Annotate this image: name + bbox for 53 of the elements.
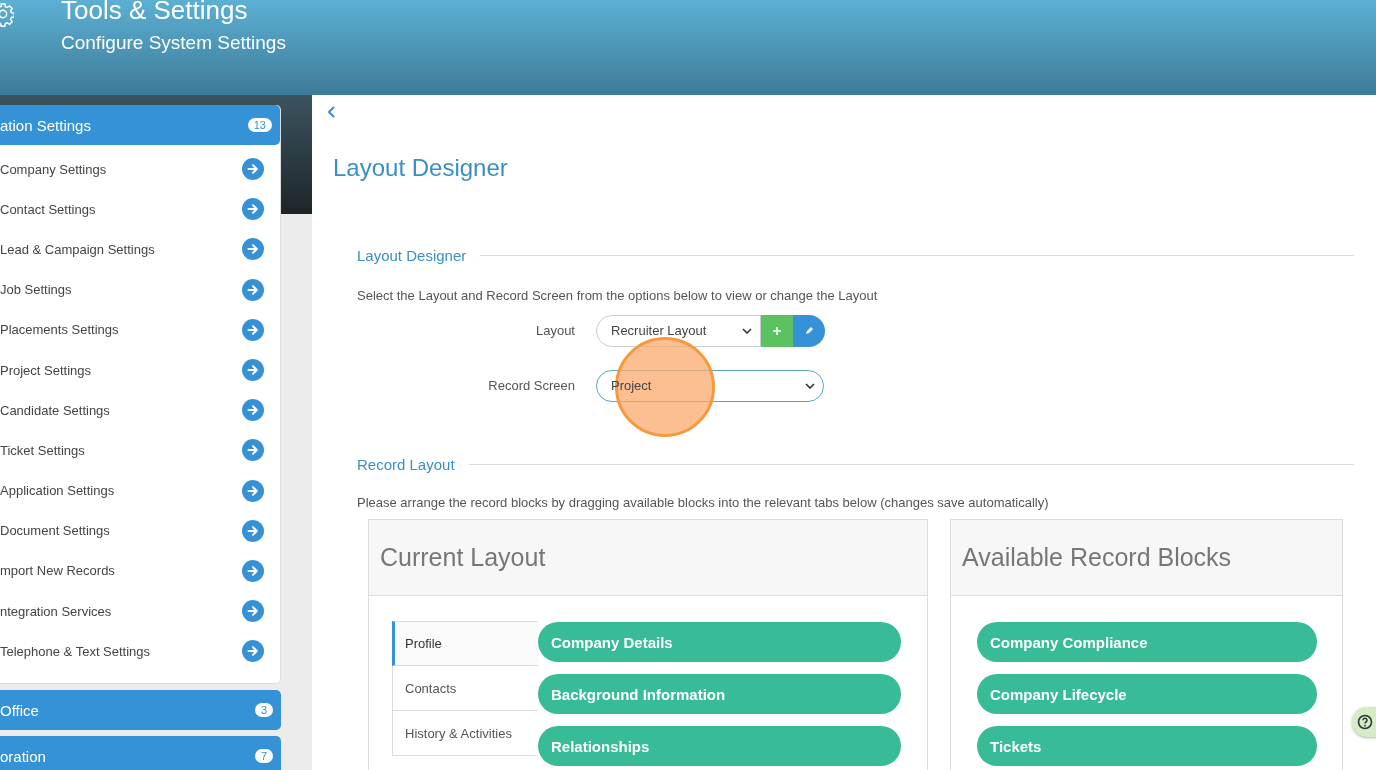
arrow-right-icon[interactable] xyxy=(242,479,264,502)
arrow-right-icon[interactable] xyxy=(242,238,264,261)
section-heading: Layout Designer xyxy=(357,247,467,264)
page-title: Tools & Settings xyxy=(61,0,249,24)
sidebar-item[interactable]: Candidate Settings xyxy=(0,402,110,418)
sidebar-item[interactable]: Lead & Campaign Settings xyxy=(0,241,155,257)
section-description: Please arrange the record blocks by dragging available blocks into the relevant tabs below (changes save automatically) xyxy=(357,495,1050,510)
sidebar-item[interactable]: Telephone & Text Settings xyxy=(0,643,151,659)
sidebar-group-header[interactable]: oration 7 xyxy=(0,736,281,770)
count-badge: 3 xyxy=(254,703,273,718)
sidebar-item[interactable]: Contact Settings xyxy=(0,201,96,217)
arrow-right-icon[interactable] xyxy=(242,600,264,623)
chevron-left-icon[interactable] xyxy=(327,105,337,119)
count-badge: 13 xyxy=(247,118,272,132)
layout-tab[interactable]: Contacts xyxy=(392,666,538,711)
sidebar-item[interactable]: Company Settings xyxy=(0,161,107,177)
arrow-right-icon[interactable] xyxy=(242,359,264,382)
arrow-right-icon[interactable] xyxy=(242,399,264,422)
add-button[interactable] xyxy=(761,314,793,347)
sidebar-item[interactable]: mport New Records xyxy=(0,563,115,579)
arrow-right-icon[interactable] xyxy=(242,559,264,582)
chevron-down-icon xyxy=(805,382,815,389)
section-heading: Record Layout xyxy=(357,456,455,473)
arrow-right-icon[interactable] xyxy=(242,158,264,181)
sidebar-item[interactable]: Placements Settings xyxy=(0,322,119,338)
sidebar-item[interactable]: Ticket Settings xyxy=(0,442,85,458)
sidebar-item[interactable]: Job Settings xyxy=(0,282,72,298)
arrow-right-icon[interactable] xyxy=(242,640,264,663)
arrow-right-icon[interactable] xyxy=(242,519,264,542)
sidebar-item[interactable]: Project Settings xyxy=(0,362,92,378)
section-description: Select the Layout and Record Screen from the options below to view or change the Layout xyxy=(357,288,879,303)
card-title: Available Record Blocks xyxy=(962,543,1232,572)
pencil-icon xyxy=(804,325,814,336)
layout-tab[interactable]: History & Activities xyxy=(392,711,538,756)
count-badge: 7 xyxy=(254,749,273,764)
arrow-right-icon[interactable] xyxy=(242,198,264,221)
arrow-right-icon[interactable] xyxy=(242,439,264,462)
chevron-down-icon xyxy=(742,327,752,334)
plus-icon xyxy=(772,325,782,336)
sidebar-item[interactable]: Application Settings xyxy=(0,483,115,499)
layout-tab[interactable]: Profile xyxy=(392,621,538,666)
sidebar-group-header[interactable]: ation Settings 13 xyxy=(0,105,280,145)
arrow-right-icon[interactable] xyxy=(242,318,264,341)
page-subtitle: Configure System Settings xyxy=(61,31,286,55)
sidebar-item[interactable]: ntegration Services xyxy=(0,603,112,619)
card-title: Current Layout xyxy=(380,543,546,572)
field-label: Record Screen xyxy=(487,378,576,393)
edit-button[interactable] xyxy=(793,314,825,347)
help-icon xyxy=(1357,714,1373,730)
field-label: Layout xyxy=(534,323,576,338)
sidebar-item[interactable]: Document Settings xyxy=(0,523,110,539)
page-heading: Layout Designer xyxy=(333,154,509,182)
arrow-right-icon[interactable] xyxy=(242,278,264,301)
